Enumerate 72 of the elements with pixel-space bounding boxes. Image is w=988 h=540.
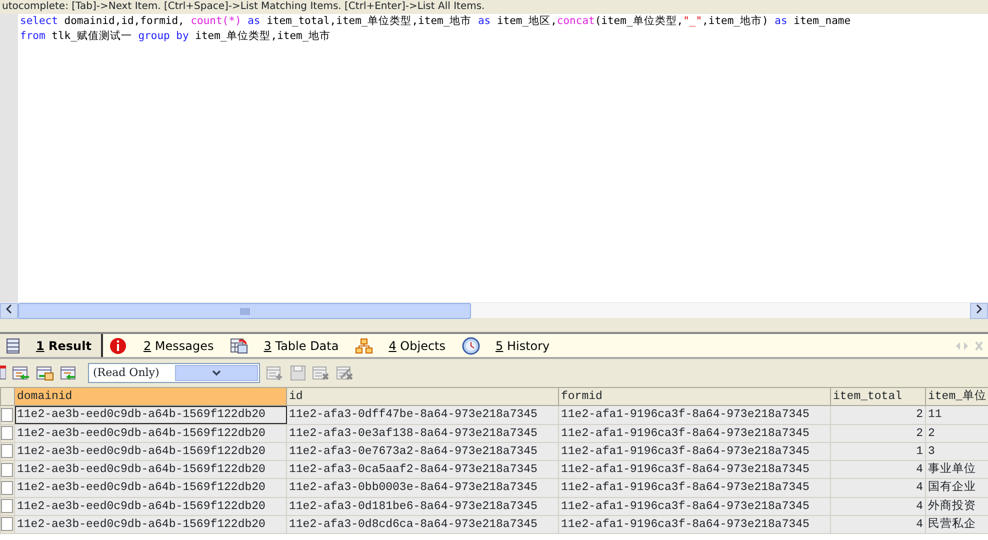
tab[interactable]: 3 Table Data <box>224 334 349 357</box>
table-cell: 11e2-afa1-9196ca3f-8a64-973e218a7345 <box>558 442 830 460</box>
table-cell: 11e2-afa3-0bb0003e-8a64-973e218a7345 <box>286 478 558 497</box>
table-cell: 11 <box>926 406 988 424</box>
dropdown-caret-icon <box>174 365 258 381</box>
grid-icon <box>6 338 20 354</box>
clock-icon <box>462 336 480 354</box>
grid-edit-icon[interactable] <box>0 365 6 381</box>
code-line: select domainid,id,formid, count(*) as item_total,item_单位类型,item_地市 as item_地区,concat(item_单位类型,"_",item_地市) as item_name <box>20 14 851 29</box>
column-header[interactable]: domainid <box>14 388 286 406</box>
scrollbar-thumb[interactable] <box>18 303 471 319</box>
row-selector[interactable] <box>2 517 13 532</box>
table-icon <box>230 338 248 354</box>
column-header[interactable]: formid <box>558 388 830 406</box>
table-cell: 1 <box>830 442 926 460</box>
table-cell: 2 <box>830 424 926 442</box>
row-selector[interactable] <box>2 426 13 440</box>
table-cell: 国有企业 <box>926 478 988 497</box>
code-line: from tlk_赋值测试一 group by item_单位类型,item_地市 <box>20 29 331 44</box>
tab[interactable]: 5 History <box>456 334 560 357</box>
table-cell: 11e2-afa1-9196ca3f-8a64-973e218a7345 <box>558 424 830 442</box>
table-cell: 11e2-ae3b-eed0c9db-a64b-1569f122db20 <box>14 478 286 497</box>
hierarchy-icon <box>354 338 373 354</box>
table-cell: 11e2-ae3b-eed0c9db-a64b-1569f122db20 <box>14 515 286 534</box>
row-selector[interactable] <box>2 408 13 422</box>
tab[interactable]: 2 Messages <box>103 334 224 357</box>
table-cell: 11e2-afa1-9196ca3f-8a64-973e218a7345 <box>558 497 830 516</box>
table-cell: 11e2-afa3-0e7673a2-8a64-973e218a7345 <box>286 442 558 460</box>
scroll-left-button[interactable] <box>0 303 18 319</box>
grid-copy-icon[interactable] <box>36 365 54 381</box>
tab[interactable]: 1 Result <box>0 334 104 357</box>
edit-row-icon[interactable] <box>336 365 354 381</box>
table-cell: 11e2-afa1-9196ca3f-8a64-973e218a7345 <box>558 460 830 479</box>
table-cell: 事业单位 <box>926 460 988 479</box>
table-cell: 民营私企 <box>926 515 988 534</box>
add-row-icon[interactable] <box>266 365 284 381</box>
row-selector[interactable] <box>2 444 13 458</box>
table-cell: 11e2-afa1-9196ca3f-8a64-973e218a7345 <box>558 406 830 424</box>
save-icon[interactable] <box>290 365 306 381</box>
tab[interactable]: 4 Objects <box>348 334 456 357</box>
row-selector[interactable] <box>2 462 13 477</box>
column-header[interactable]: item_total <box>830 388 926 406</box>
table-cell: 4 <box>830 478 926 497</box>
sql-editor[interactable]: select domainid,id,formid, count(*) as item_total,item_单位类型,item_地市 as item_地区,concat(item_单位类型,"_",item_地市) as item_name from tlk_赋值测试一 group by item_单位类型,item_地市 <box>18 14 988 302</box>
row-selector[interactable] <box>2 480 13 495</box>
table-cell: 11e2-afa1-9196ca3f-8a64-973e218a7345 <box>558 515 830 534</box>
table-cell: 11e2-ae3b-eed0c9db-a64b-1569f122db20 <box>14 497 286 516</box>
table-cell: 11e2-afa3-0ca5aaf2-8a64-973e218a7345 <box>286 460 558 479</box>
column-header[interactable]: item_单位 <box>926 388 988 406</box>
autocomplete-hint: utocomplete: [Tab]->Next Item. [Ctrl+Space]->List Matching Items. [Ctrl+Enter]->List All Items. <box>0 0 988 14</box>
table-cell: 11e2-afa3-0e3af138-8a64-973e218a7345 <box>286 424 558 442</box>
table-cell: 4 <box>830 497 926 516</box>
table-cell: 11e2-ae3b-eed0c9db-a64b-1569f122db20 <box>14 442 286 460</box>
table-cell: 3 <box>926 442 988 460</box>
table-cell: 4 <box>830 460 926 479</box>
table-cell: 2 <box>926 424 988 442</box>
table-cell: 11e2-afa1-9196ca3f-8a64-973e218a7345 <box>558 478 830 497</box>
table-cell: 外商投资 <box>926 497 988 516</box>
info-icon <box>109 336 128 354</box>
column-header[interactable]: id <box>286 388 558 406</box>
table-cell: 11e2-afa3-0d8cd6ca-8a64-973e218a7345 <box>286 515 558 534</box>
table-cell: 11e2-ae3b-eed0c9db-a64b-1569f122db20 <box>14 460 286 479</box>
row-selector[interactable] <box>2 499 13 514</box>
table-cell: 11e2-ae3b-eed0c9db-a64b-1569f122db20 <box>14 406 286 424</box>
table-cell: 11e2-ae3b-eed0c9db-a64b-1569f122db20 <box>14 424 286 442</box>
table-cell: 11e2-afa3-0d181be6-8a64-973e218a7345 <box>286 497 558 516</box>
table-cell: 2 <box>830 406 926 424</box>
delete-row-icon[interactable] <box>312 365 330 381</box>
scroll-right-button[interactable] <box>970 303 988 319</box>
table-cell: 11e2-afa3-0dff47be-8a64-973e218a7345 <box>286 406 558 424</box>
mode-select[interactable]: (Read Only) <box>88 363 260 383</box>
table-cell: 4 <box>830 515 926 534</box>
